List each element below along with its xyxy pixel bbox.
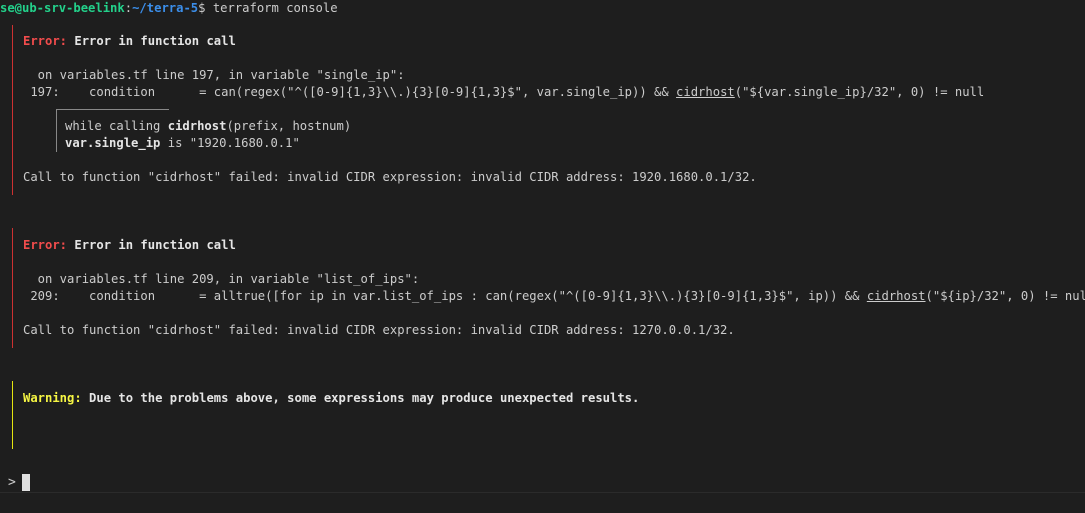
error-1-var-line: var.single_ip is "1920.1680.0.1" — [65, 135, 300, 152]
error-1-label: Error: — [23, 34, 68, 48]
warning-label: Warning: — [23, 391, 82, 405]
error-2-heading: Error: Error in function call — [23, 237, 236, 254]
error-1-title: Error in function call — [67, 34, 236, 48]
terminal-bottom-separator — [0, 492, 1085, 493]
error-1-calling-fn: cidrhost — [167, 119, 227, 133]
prompt-colon: : — [124, 1, 133, 15]
shell-prompt-line: se@ub-srv-beelink:~/terra-5$ terraform c… — [0, 0, 338, 17]
console-prompt-caret: > — [8, 475, 16, 490]
error-2-label: Error: — [23, 238, 68, 252]
error-1-code-line: 197: condition = can(regex("^([0-9]{1,3}… — [23, 84, 984, 101]
error-1-message: Call to function "cidrhost" failed: inva… — [23, 170, 757, 184]
error-1-var-name: var.single_ip — [65, 136, 161, 150]
error-2-location: on variables.tf line 209, in variable "l… — [23, 272, 420, 286]
warning-line: Warning: Due to the problems above, some… — [23, 390, 639, 407]
error-2-code-line: 209: condition = alltrue([for ip in var.… — [23, 288, 1085, 305]
error-1-location: on variables.tf line 197, in variable "s… — [23, 68, 405, 82]
error-1-calling-pre: while calling — [65, 119, 168, 133]
terminal-cursor[interactable] — [22, 474, 30, 491]
error-2-code-fn: cidrhost — [866, 289, 926, 303]
error-1-heading: Error: Error in function call — [23, 33, 236, 50]
error-2-line-number: 209: — [23, 289, 60, 303]
error-1-calling-args: (prefix, hostnum) — [226, 119, 352, 133]
error-1-context-rule — [56, 109, 169, 110]
error-1-var-value: is "1920.1680.0.1" — [160, 136, 300, 150]
error-2-title: Error in function call — [67, 238, 236, 252]
error-1-code-post: ("${var.single_ip}/32", 0) != null — [734, 85, 985, 99]
prompt-path: ~/terra-5 — [132, 1, 199, 15]
error-1-calling-line: while calling cidrhost(prefix, hostnum) — [65, 118, 351, 135]
error-2-code-pre: condition = alltrue([for ip in var.list_… — [59, 289, 867, 303]
warning-bar — [12, 381, 13, 449]
warning-text: Due to the problems above, some expressi… — [81, 391, 640, 405]
error-2-bar — [12, 228, 13, 348]
error-1-code-pre: condition = can(regex("^([0-9]{1,3}\\.){… — [59, 85, 677, 99]
error-1-context-bar — [56, 110, 57, 152]
error-1-line-number: 197: — [23, 85, 60, 99]
error-1-bar — [12, 25, 13, 195]
prompt-user-host: se@ub-srv-beelink — [0, 1, 125, 15]
error-2-code-post: ("${ip}/32", 0) != null]) — [925, 289, 1085, 303]
error-1-code-fn: cidrhost — [676, 85, 735, 99]
prompt-command: terraform console — [205, 1, 338, 15]
error-2-message: Call to function "cidrhost" failed: inva… — [23, 323, 735, 337]
